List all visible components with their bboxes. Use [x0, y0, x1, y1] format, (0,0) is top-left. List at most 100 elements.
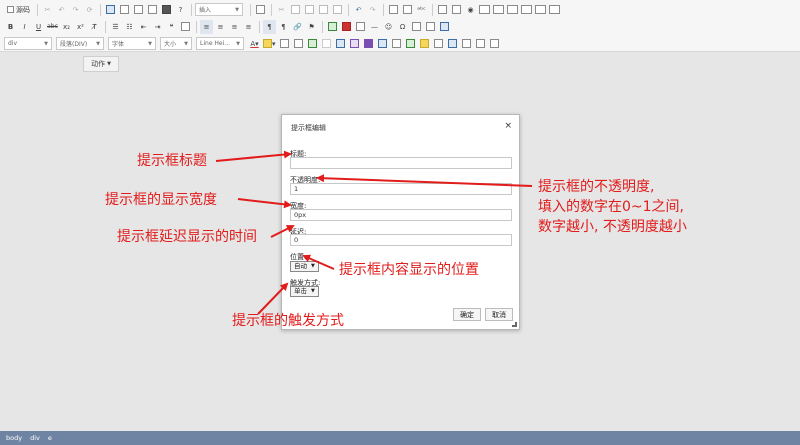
widget-3-button[interactable]: [334, 37, 347, 51]
text-color-button[interactable]: A▾: [248, 37, 261, 51]
radio-button[interactable]: ◉: [464, 3, 477, 17]
position-select[interactable]: 自动 ▼: [290, 261, 319, 272]
breadcrumb-e[interactable]: e: [48, 434, 52, 442]
align-justify-button[interactable]: ≡: [242, 20, 255, 34]
ok-button[interactable]: 确定: [453, 308, 481, 321]
width-input[interactable]: 0px: [290, 209, 512, 221]
bold-button[interactable]: B: [4, 20, 17, 34]
bg-color-button[interactable]: ▾: [262, 37, 277, 51]
select-field-button[interactable]: [506, 3, 519, 17]
block-select[interactable]: div ▼: [4, 37, 52, 50]
cancel-button[interactable]: 取消: [485, 308, 513, 321]
size-select[interactable]: 大小 ▼: [160, 37, 192, 50]
italic-button[interactable]: I: [18, 20, 31, 34]
form-button[interactable]: [436, 3, 449, 17]
insert-select[interactable]: 插入 ▼: [195, 3, 243, 16]
tooltip-button[interactable]: [438, 20, 451, 34]
table-button[interactable]: [354, 20, 367, 34]
div-button[interactable]: [179, 20, 192, 34]
redo2-button[interactable]: ↷: [366, 3, 379, 17]
special-char-button[interactable]: Ω: [396, 20, 409, 34]
lineheight-select[interactable]: Line Hei... ▼: [196, 37, 244, 50]
lock-button[interactable]: [160, 3, 173, 17]
undo-button[interactable]: ↶: [55, 3, 68, 17]
widget-12-button[interactable]: [460, 37, 473, 51]
widget-13-button[interactable]: [474, 37, 487, 51]
widget-10-button[interactable]: [432, 37, 445, 51]
superscript-button[interactable]: x²: [74, 20, 87, 34]
widget-9-button[interactable]: [418, 37, 431, 51]
widget-2-button[interactable]: [320, 37, 333, 51]
subscript-button[interactable]: x₂: [60, 20, 73, 34]
align-right-button[interactable]: ≡: [228, 20, 241, 34]
refresh-button[interactable]: ⟳: [83, 3, 96, 17]
undo2-button[interactable]: ↶: [352, 3, 365, 17]
replace-button[interactable]: [401, 3, 414, 17]
widget-4-button[interactable]: [348, 37, 361, 51]
align-center-button[interactable]: ≡: [214, 20, 227, 34]
outdent-button[interactable]: ⇤: [137, 20, 150, 34]
textfield-button[interactable]: [478, 3, 491, 17]
action-dropdown-button[interactable]: 动作 ▼: [83, 56, 119, 72]
font-select[interactable]: 字体 ▼: [108, 37, 156, 50]
ordered-list-button[interactable]: ☰: [109, 20, 122, 34]
spellcheck-button[interactable]: ᵃᵇᶜ: [415, 3, 428, 17]
title-input[interactable]: [290, 157, 512, 169]
hidden-field-button[interactable]: [548, 3, 561, 17]
cut-button[interactable]: ✂: [41, 3, 54, 17]
paragraph-select[interactable]: 段落(DIV) ▼: [56, 37, 104, 50]
button-field-button[interactable]: [520, 3, 533, 17]
paste-word-button[interactable]: [331, 3, 344, 17]
iframe-button[interactable]: [424, 20, 437, 34]
strike-button[interactable]: abc: [46, 20, 59, 34]
link-button[interactable]: 🔗: [291, 20, 304, 34]
remove-format-button[interactable]: T̸: [88, 20, 101, 34]
template-button[interactable]: [254, 3, 267, 17]
widget-7-button[interactable]: [390, 37, 403, 51]
show-blocks-button[interactable]: [292, 37, 305, 51]
smiley-button[interactable]: ☺: [382, 20, 395, 34]
paste-text-button[interactable]: [317, 3, 330, 17]
blockquote-button[interactable]: ❝: [165, 20, 178, 34]
help-button[interactable]: ?: [174, 3, 187, 17]
cut2-button[interactable]: ✂: [275, 3, 288, 17]
widget-6-button[interactable]: [376, 37, 389, 51]
paste-button[interactable]: [303, 3, 316, 17]
maximize-button[interactable]: [278, 37, 291, 51]
breadcrumb-div[interactable]: div: [30, 434, 40, 442]
preview-button[interactable]: [132, 3, 145, 17]
ltr-button[interactable]: ¶: [263, 19, 276, 34]
resize-handle[interactable]: [512, 322, 517, 327]
image-button[interactable]: [326, 20, 339, 34]
pagebreak-button[interactable]: [410, 20, 423, 34]
source-button[interactable]: 源码: [4, 3, 33, 17]
bullet-list-button[interactable]: ☷: [123, 20, 136, 34]
widget-14-button[interactable]: [488, 37, 501, 51]
underline-button[interactable]: U: [32, 20, 45, 34]
find-button[interactable]: [387, 3, 400, 17]
trigger-select[interactable]: 单击 ▼: [290, 286, 319, 297]
save-button[interactable]: [104, 3, 117, 17]
hr-button[interactable]: —: [368, 20, 381, 34]
new-page-button[interactable]: [118, 3, 131, 17]
opacity-input[interactable]: 1: [290, 183, 512, 195]
widget-1-button[interactable]: [306, 37, 319, 51]
print-button[interactable]: [146, 3, 159, 17]
rtl-button[interactable]: ¶: [277, 20, 290, 34]
delay-input[interactable]: 0: [290, 234, 512, 246]
align-left-button[interactable]: ≡: [200, 19, 213, 34]
widget-5-button[interactable]: [362, 37, 375, 51]
indent-button[interactable]: ⇥: [151, 20, 164, 34]
copy-button[interactable]: [289, 3, 302, 17]
textarea-button[interactable]: [492, 3, 505, 17]
close-icon[interactable]: ×: [504, 121, 512, 131]
flash-button[interactable]: [340, 20, 353, 34]
breadcrumb-body[interactable]: body: [6, 434, 22, 442]
checkbox-button[interactable]: [450, 3, 463, 17]
widget-8-button[interactable]: [404, 37, 417, 51]
anchor-button[interactable]: ⚑: [305, 20, 318, 34]
widget-11-button[interactable]: [446, 37, 459, 51]
redo-button[interactable]: ↷: [69, 3, 82, 17]
image-button-button[interactable]: [534, 3, 547, 17]
find-icon: [389, 5, 398, 14]
